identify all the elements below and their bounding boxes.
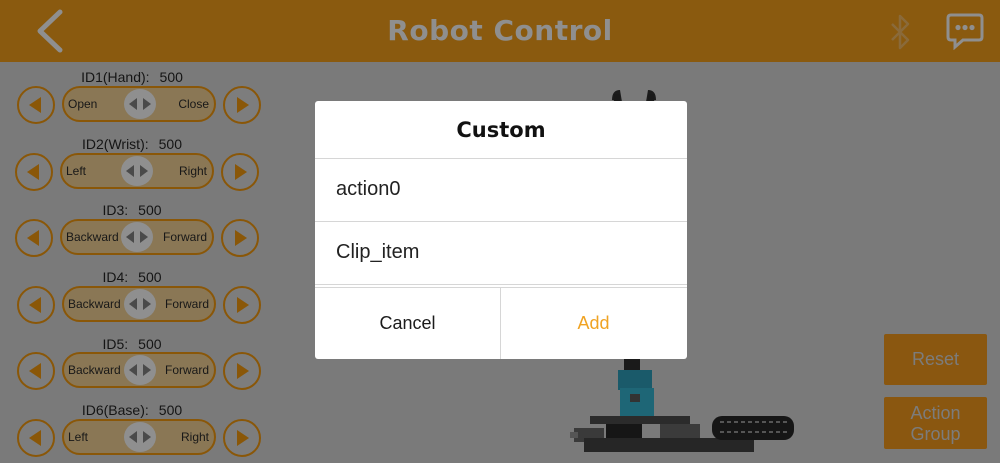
slider-left-label: Backward: [66, 230, 119, 244]
dialog-title: Custom: [456, 118, 546, 142]
arrow-left-icon: [29, 363, 41, 379]
servo-value: 500: [138, 269, 162, 285]
dialog-list-item-clip-item[interactable]: Clip_item: [315, 222, 687, 284]
servo-value: 500: [158, 136, 182, 152]
servo-value: 500: [138, 336, 162, 352]
page-title: Robot Control: [387, 14, 613, 47]
id4-increase-button[interactable]: [223, 286, 261, 324]
left-right-arrows-icon: [129, 98, 151, 110]
arrow-left-icon: [29, 297, 41, 313]
servo-name: ID1(Hand):: [81, 69, 150, 85]
arrow-right-icon: [237, 297, 249, 313]
id1-decrease-button[interactable]: [17, 86, 55, 124]
arrow-right-icon: [237, 363, 249, 379]
id1-increase-button[interactable]: [223, 86, 261, 124]
slider-left-label: Backward: [68, 363, 121, 377]
slider-knob[interactable]: [121, 156, 153, 186]
id6-increase-button[interactable]: [223, 419, 261, 457]
divider: [315, 284, 687, 285]
left-right-arrows-icon: [129, 431, 151, 443]
id5-increase-button[interactable]: [223, 352, 261, 390]
id2-increase-button[interactable]: [221, 153, 259, 191]
servo-name: ID2(Wrist):: [82, 136, 149, 152]
id5-decrease-button[interactable]: [17, 352, 55, 390]
left-right-arrows-icon: [126, 165, 148, 177]
servo-label-id5: ID5: 500: [12, 336, 252, 352]
slider-knob[interactable]: [124, 89, 156, 119]
arrow-right-icon: [235, 230, 247, 246]
left-right-arrows-icon: [126, 231, 148, 243]
chat-bubble-icon[interactable]: [945, 12, 985, 50]
reset-label: Reset: [911, 349, 960, 369]
arrow-left-icon: [27, 230, 39, 246]
id6-decrease-button[interactable]: [17, 419, 55, 457]
slider-left-label: Left: [68, 430, 89, 444]
list-item-label: action0: [336, 178, 401, 200]
id4-slider[interactable]: Backward Forward: [62, 286, 216, 322]
action-group-button[interactable]: Action Group: [884, 397, 987, 449]
app-header: Robot Control: [0, 0, 1000, 62]
id4-decrease-button[interactable]: [17, 286, 55, 324]
action-group-label-line1: Action: [910, 403, 961, 423]
id1-slider[interactable]: Open Close: [62, 86, 216, 122]
arrow-left-icon: [27, 164, 39, 180]
slider-knob[interactable]: [124, 422, 156, 452]
slider-right-label: Forward: [164, 363, 209, 377]
id2-decrease-button[interactable]: [15, 153, 53, 191]
servo-label-id2: ID2(Wrist): 500: [12, 136, 252, 152]
id5-slider[interactable]: Backward Forward: [62, 352, 216, 388]
arrow-right-icon: [237, 430, 249, 446]
id3-increase-button[interactable]: [221, 219, 259, 257]
arrow-right-icon: [237, 97, 249, 113]
servo-label-id6: ID6(Base): 500: [12, 402, 252, 418]
slider-left-label: Backward: [68, 297, 121, 311]
servo-value: 500: [138, 202, 162, 218]
servo-label-id1: ID1(Hand): 500: [12, 69, 252, 85]
slider-right-label: Close: [178, 97, 209, 111]
cancel-button[interactable]: Cancel: [315, 288, 500, 359]
custom-dialog: Custom action0 Clip_item Cancel Add: [315, 101, 687, 359]
servo-name: ID4:: [102, 269, 129, 285]
arrow-left-icon: [29, 430, 41, 446]
arrow-left-icon: [29, 97, 41, 113]
id2-slider[interactable]: Left Right: [60, 153, 214, 189]
dialog-list-item-action0[interactable]: action0: [315, 159, 687, 221]
servo-value: 500: [158, 402, 183, 418]
slider-knob[interactable]: [124, 289, 156, 319]
servo-name: ID5:: [102, 336, 129, 352]
bluetooth-icon[interactable]: [884, 12, 916, 52]
slider-left-label: Left: [66, 164, 87, 178]
servo-name: ID3:: [102, 202, 129, 218]
id3-decrease-button[interactable]: [15, 219, 53, 257]
slider-right-label: Forward: [164, 297, 209, 311]
add-button[interactable]: Add: [501, 288, 686, 359]
slider-right-label: Forward: [162, 230, 207, 244]
servo-label-id4: ID4: 500: [12, 269, 252, 285]
slider-knob[interactable]: [121, 222, 153, 252]
arrow-right-icon: [235, 164, 247, 180]
slider-knob[interactable]: [124, 355, 156, 385]
servo-value: 500: [159, 69, 183, 85]
id3-slider[interactable]: Backward Forward: [60, 219, 214, 255]
action-group-label-line2: Group: [910, 424, 961, 444]
servo-label-id3: ID3: 500: [12, 202, 252, 218]
slider-left-label: Open: [68, 97, 98, 111]
reset-button[interactable]: Reset: [884, 334, 987, 385]
left-right-arrows-icon: [129, 364, 151, 376]
id6-slider[interactable]: Left Right: [62, 419, 216, 455]
slider-right-label: Right: [180, 430, 209, 444]
slider-right-label: Right: [178, 164, 207, 178]
left-right-arrows-icon: [129, 298, 151, 310]
servo-name: ID6(Base):: [81, 402, 149, 418]
list-item-label: Clip_item: [336, 241, 420, 263]
